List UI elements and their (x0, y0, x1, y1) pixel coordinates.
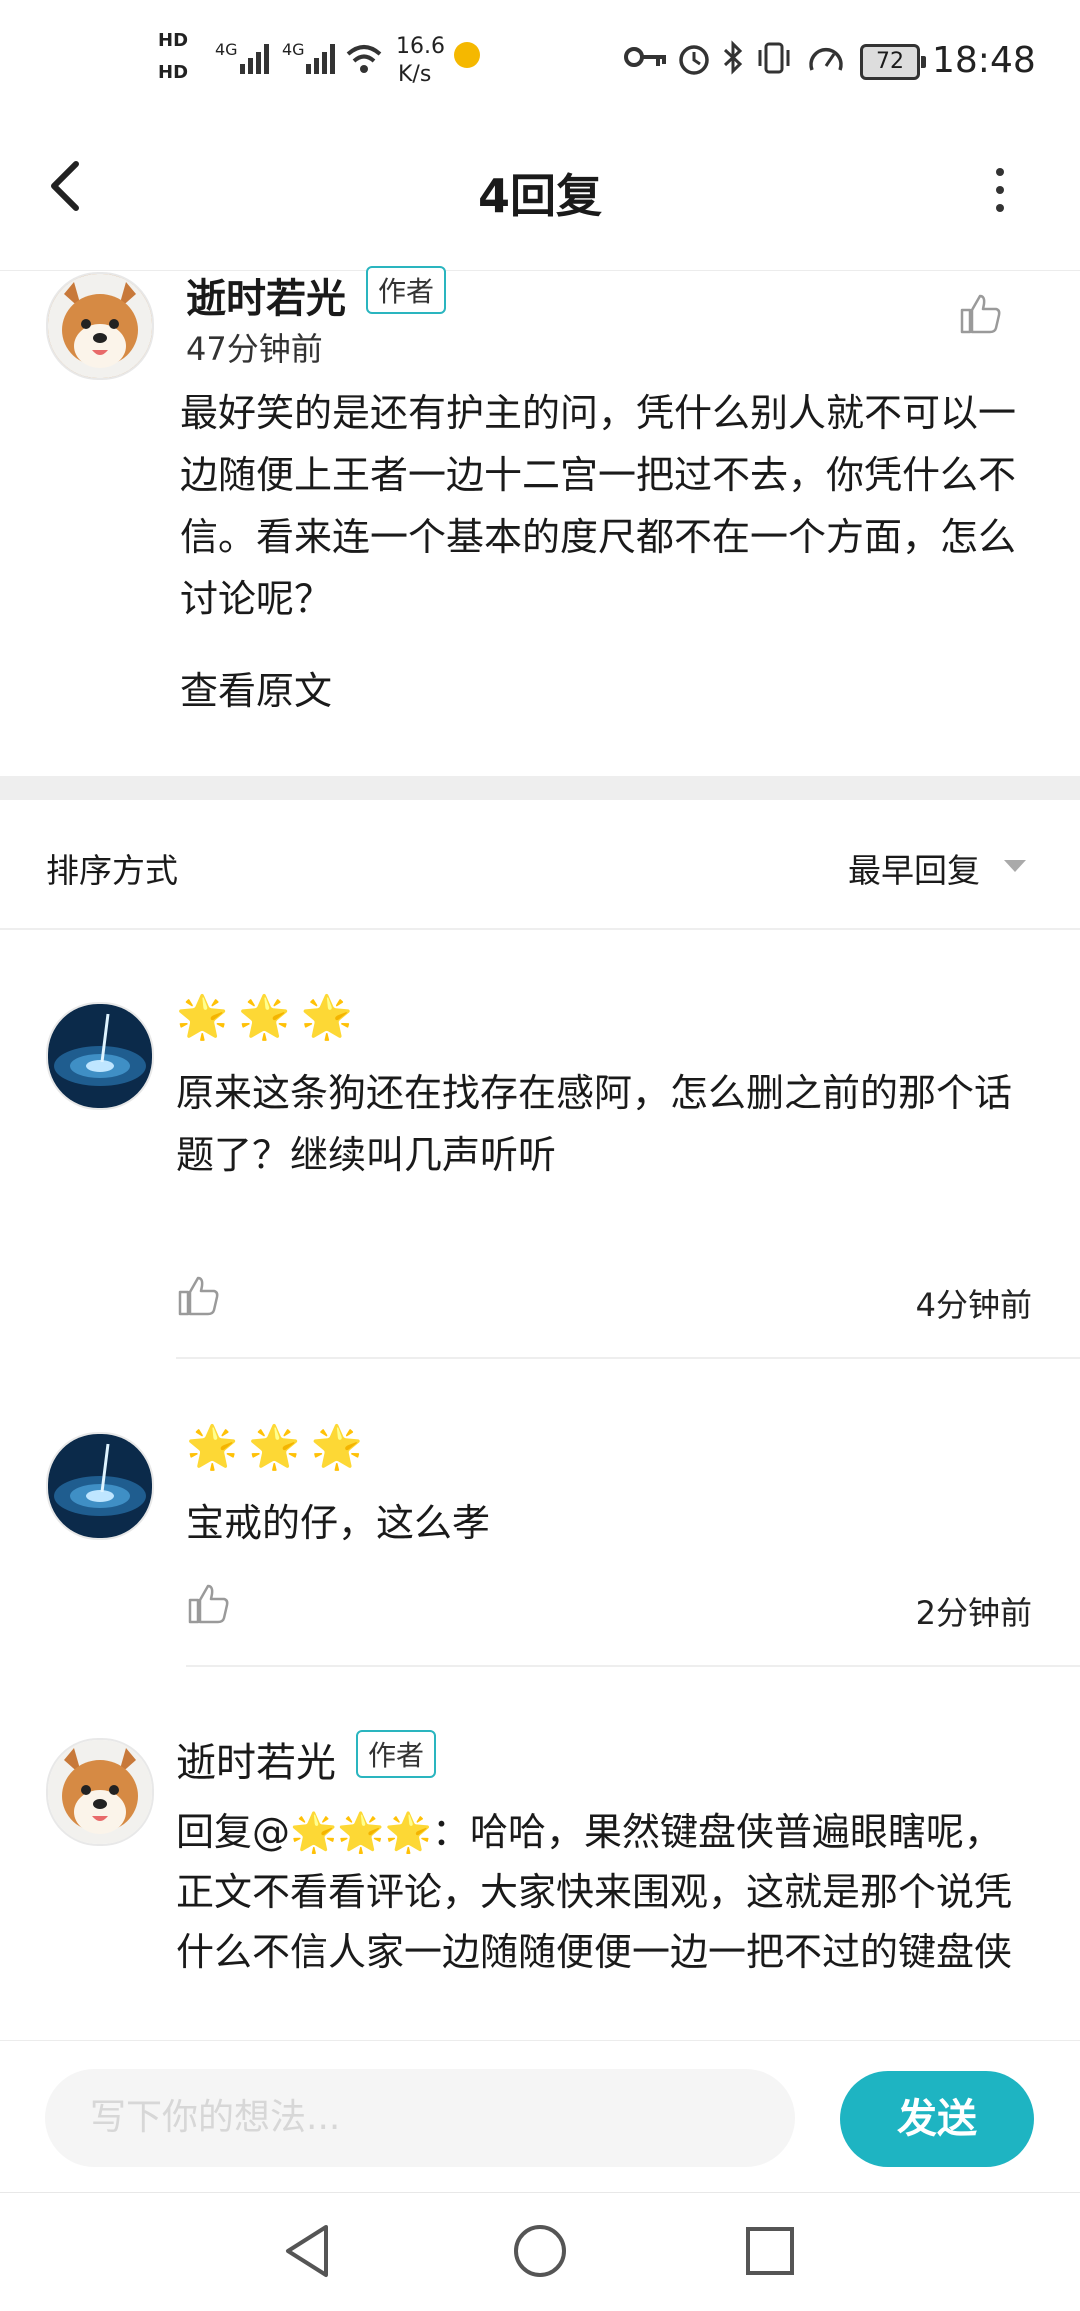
signal-icon (240, 44, 269, 74)
battery-indicator: 72 (860, 44, 926, 80)
view-original-link[interactable]: 查看原文 (180, 660, 332, 722)
author-badge: 作者 (366, 266, 447, 314)
post-time: 47分钟前 (186, 330, 323, 368)
author-badge: 作者 (356, 1730, 437, 1778)
comment-input[interactable]: 写下你的想法... (45, 2069, 795, 2167)
galaxy-avatar-icon (48, 1434, 152, 1538)
vibrate-icon (758, 42, 790, 74)
avatar[interactable] (46, 1002, 154, 1110)
avatar[interactable] (46, 1738, 154, 1846)
avatar[interactable] (46, 1432, 154, 1540)
nav-back-icon[interactable] (282, 2223, 332, 2279)
reply-content: 原来这条狗还在找存在感阿，怎么删之前的那个话题了？继续叫几声听听 (176, 1071, 1013, 1177)
status-bar: HD HD 4G 4G 16.6 K/s 72 18:48 (0, 0, 1080, 120)
nav-home-icon[interactable] (512, 2223, 568, 2279)
network-type-2: 4G (282, 40, 305, 59)
app-notification-icon (454, 42, 480, 68)
user-name[interactable]: 🌟🌟🌟 (186, 1422, 373, 1472)
reply-divider (176, 1357, 1080, 1359)
author-name[interactable]: 逝时若光 (186, 266, 346, 324)
shiba-avatar-icon (48, 274, 152, 378)
system-nav-bar (0, 2192, 1080, 2311)
thumbs-up-icon[interactable] (958, 292, 1002, 336)
network-speed-value: 16.6 (396, 34, 445, 59)
top-app-bar: 4回复 (0, 120, 1080, 271)
reply-content: 宝戒的仔，这么孝 (186, 1501, 491, 1545)
user-name[interactable]: 🌟🌟🌟 (176, 992, 363, 1042)
reply-divider (186, 1665, 1080, 1667)
thumbs-up-icon[interactable] (186, 1582, 230, 1626)
reply-content: 回复@🌟🌟🌟：哈哈，果然键盘侠普遍眼瞎呢，正文不看看评论，大家快来围观，这就是那… (176, 1810, 1013, 1974)
sort-select[interactable]: 最早回复 (848, 844, 980, 892)
reply-item: 逝时若光 作者 回复@🌟🌟🌟：哈哈，果然键盘侠普遍眼瞎呢，正文不看看评论，大家快… (0, 1668, 1080, 2040)
speed-gauge-icon (809, 47, 843, 71)
bluetooth-icon (723, 40, 743, 75)
page-title: 4回复 (477, 169, 602, 223)
reply-time: 4分钟前 (915, 1286, 1032, 1324)
thumbs-up-icon[interactable] (176, 1274, 220, 1318)
hd2-label: HD (158, 62, 189, 83)
user-name[interactable]: 逝时若光 (176, 1730, 336, 1788)
network-type-1: 4G (215, 40, 238, 59)
key-icon (624, 47, 666, 67)
clock: 18:48 (932, 40, 1036, 81)
alarm-icon (679, 45, 709, 75)
section-separator (0, 776, 1080, 800)
galaxy-avatar-icon (48, 1004, 152, 1108)
more-options-icon[interactable] (984, 164, 1014, 224)
signal-icon-2 (306, 44, 335, 74)
comment-input-bar: 写下你的想法... 发送 (0, 2040, 1080, 2191)
shiba-avatar-icon (48, 1740, 152, 1844)
sort-row: 排序方式 最早回复 (0, 800, 1080, 930)
caret-down-icon[interactable] (1002, 858, 1028, 874)
network-speed-unit: K/s (398, 62, 432, 87)
reply-item: 🌟🌟🌟 宝戒的仔，这么孝 2分钟前 (0, 1360, 1080, 1665)
wifi-icon (346, 45, 382, 73)
avatar[interactable] (46, 272, 154, 380)
send-button[interactable]: 发送 (840, 2071, 1034, 2167)
hd1-label: HD (158, 30, 189, 51)
sort-label: 排序方式 (46, 851, 178, 890)
reply-time: 2分钟前 (915, 1594, 1032, 1632)
main-post: 逝时若光 作者 47分钟前 最好笑的是还有护主的问，凭什么别人就不可以一边随便上… (0, 266, 1080, 776)
post-content: 最好笑的是还有护主的问，凭什么别人就不可以一边随便上王者一边十二宫一把过不去，你… (180, 391, 1017, 621)
nav-recents-icon[interactable] (744, 2225, 796, 2277)
reply-item: 🌟🌟🌟 原来这条狗还在找存在感阿，怎么删之前的那个话题了？继续叫几声听听 4分钟… (0, 930, 1080, 1360)
